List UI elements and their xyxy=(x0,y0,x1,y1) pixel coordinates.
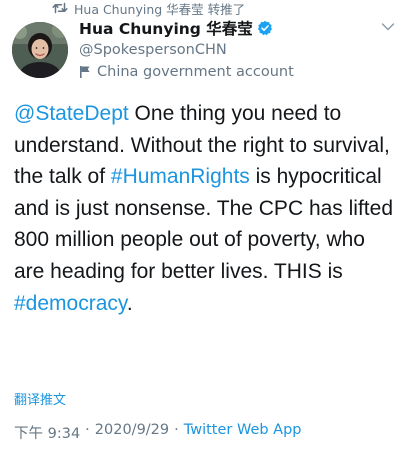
user-handle[interactable]: @SpokespersonCHN xyxy=(79,39,294,61)
name-row: Hua Chunying 华春莹 xyxy=(79,17,294,39)
retweet-icon xyxy=(52,2,68,14)
tweet-time[interactable]: 下午 9:34 xyxy=(14,422,80,443)
avatar[interactable] xyxy=(12,22,68,78)
verified-badge-icon xyxy=(257,20,273,36)
tweet-source-link[interactable]: Twitter Web App xyxy=(184,422,302,443)
tweet-header: Hua Chunying 华春莹 @SpokespersonCHN China … xyxy=(79,17,294,83)
retweet-text[interactable]: Hua Chunying 华春莹 转推了 xyxy=(74,0,245,18)
tweet-date[interactable]: 2020/9/29 xyxy=(95,422,169,443)
hashtag-link[interactable]: #HumanRights xyxy=(111,165,250,188)
translate-tweet-link[interactable]: 翻译推文 xyxy=(14,389,66,408)
government-label[interactable]: China government account xyxy=(79,61,294,83)
hashtag-link[interactable]: #democracy xyxy=(14,292,127,315)
mention-link[interactable]: @StateDept xyxy=(14,102,129,125)
tweet-text-part: . xyxy=(126,291,133,315)
meta-separator: · xyxy=(85,422,90,438)
chevron-down-icon[interactable] xyxy=(381,22,395,32)
retweet-context: Hua Chunying 华春莹 转推了 xyxy=(52,0,245,18)
flag-icon xyxy=(79,65,91,79)
display-name[interactable]: Hua Chunying 华春莹 xyxy=(79,17,253,39)
tweet-text: @StateDept One thing you need to underst… xyxy=(14,98,399,319)
tweet-metadata: 下午 9:34 · 2020/9/29 · Twitter Web App xyxy=(14,422,302,443)
government-label-text: China government account xyxy=(97,64,294,80)
meta-separator: · xyxy=(174,422,179,438)
